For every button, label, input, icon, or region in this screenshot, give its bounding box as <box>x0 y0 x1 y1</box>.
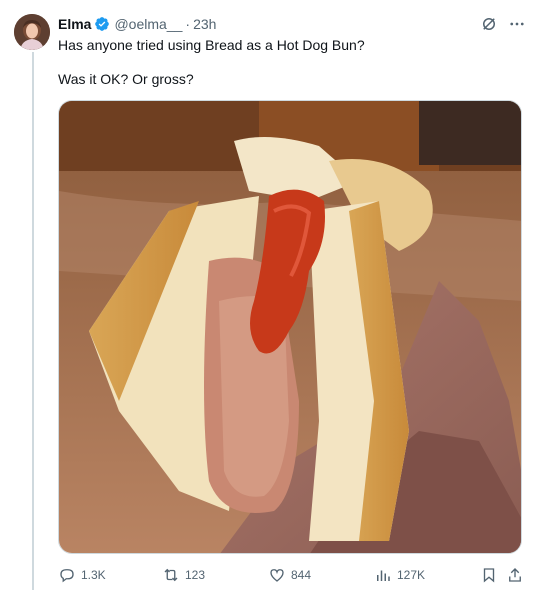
tweet-text-line-2: Was it OK? Or gross? <box>58 71 194 87</box>
author-name[interactable]: Elma <box>58 16 91 32</box>
views-button[interactable]: 127K <box>374 566 425 584</box>
views-count: 127K <box>397 568 426 582</box>
action-bar: 1.3K 123 844 127K <box>58 566 528 586</box>
repost-button[interactable]: 123 <box>162 566 205 584</box>
tweet-header: Elma @oelma__ · 23h <box>58 14 526 34</box>
views-icon <box>377 570 390 581</box>
verified-badge-icon <box>94 16 110 32</box>
share-icon <box>509 568 521 582</box>
reply-button[interactable]: 1.3K <box>58 566 106 584</box>
timestamp[interactable]: 23h <box>193 16 216 32</box>
share-button[interactable] <box>506 566 524 584</box>
avatar-image <box>14 14 50 50</box>
separator-dot: · <box>185 16 191 32</box>
like-count: 844 <box>291 568 312 582</box>
hot-dog-bread-photo <box>59 101 521 553</box>
more-icon[interactable] <box>508 15 526 33</box>
tweet-photo[interactable] <box>58 100 522 554</box>
bookmark-button[interactable] <box>480 566 498 584</box>
repost-count: 123 <box>185 568 206 582</box>
tweet-text-line-1: Has anyone tried using Bread as a Hot Do… <box>58 37 365 53</box>
grok-icon[interactable] <box>480 15 498 33</box>
heart-icon <box>270 569 284 582</box>
thread-line <box>32 52 34 590</box>
author-handle[interactable]: @oelma__ <box>114 16 182 32</box>
bookmark-icon <box>483 568 495 583</box>
repost-icon <box>164 568 178 582</box>
reply-count: 1.3K <box>81 568 106 582</box>
avatar[interactable] <box>14 14 50 50</box>
like-button[interactable]: 844 <box>268 566 311 584</box>
reply-icon <box>60 569 74 583</box>
